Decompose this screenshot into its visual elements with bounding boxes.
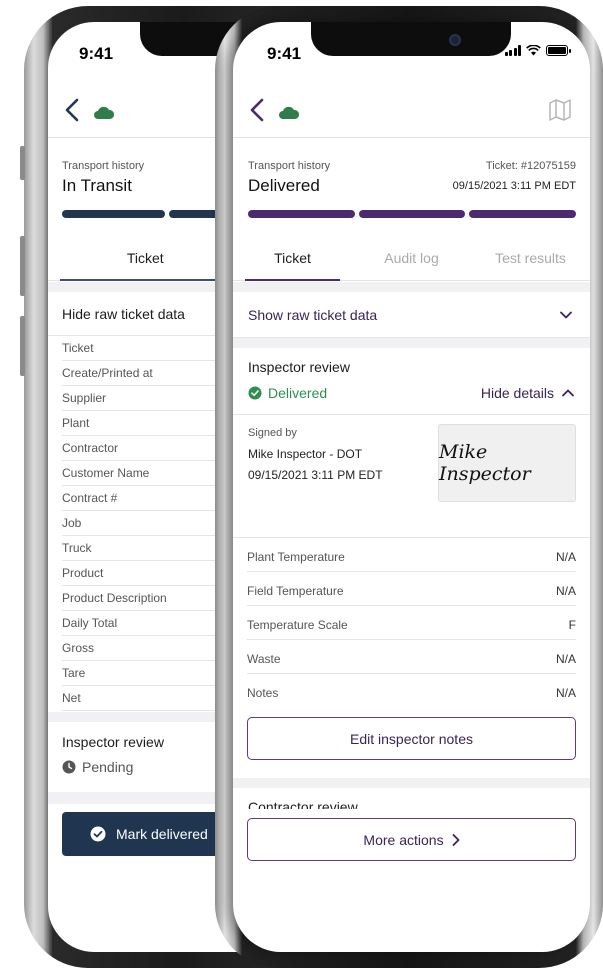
signed-at: 09/15/2021 3:11 PM EDT xyxy=(248,468,383,482)
status-time: 9:41 xyxy=(79,44,114,63)
wifi-icon xyxy=(526,45,541,56)
divider xyxy=(233,414,590,415)
hide-details-toggle[interactable]: Hide details xyxy=(481,385,574,401)
map-icon[interactable] xyxy=(548,98,572,122)
inspector-review-title: Inspector review xyxy=(248,359,350,375)
detail-value: N/A xyxy=(555,652,576,666)
detail-row: Temperature Scale F xyxy=(247,606,576,640)
front-screen: 9:41 Transport history Delivered Ticket:… xyxy=(233,22,590,952)
pending-clock-icon xyxy=(62,760,76,774)
inspector-review-title: Inspector review xyxy=(62,734,164,750)
detail-label: Temperature Scale xyxy=(247,618,348,632)
camera-icon xyxy=(449,34,461,46)
detail-value: N/A xyxy=(555,550,576,564)
detail-value: N/A xyxy=(555,686,576,700)
ticket-number: Ticket: #12075159 xyxy=(485,160,576,172)
edit-inspector-notes-button[interactable]: Edit inspector notes xyxy=(247,717,576,760)
volume-down-button xyxy=(20,316,25,376)
detail-row: Waste N/A xyxy=(247,640,576,674)
chevron-up-icon xyxy=(562,389,574,397)
transport-history-label: Transport history xyxy=(62,160,145,172)
signed-by-label: Signed by xyxy=(248,427,297,439)
chevron-down-icon xyxy=(560,311,572,319)
transport-status: In Transit xyxy=(62,176,132,195)
detail-label: Waste xyxy=(247,652,281,666)
detail-row: Notes N/A xyxy=(247,674,576,708)
signature-image: Mike Inspector xyxy=(438,424,576,502)
back-chevron-icon[interactable] xyxy=(245,96,271,124)
detail-value: N/A xyxy=(555,584,576,598)
tab-ticket[interactable]: Ticket xyxy=(233,235,352,281)
progress-bar xyxy=(248,210,577,218)
raw-data-toggle-label: Hide raw ticket data xyxy=(62,306,185,322)
section-gap xyxy=(233,338,590,348)
mute-switch xyxy=(20,146,25,180)
tab-test-results[interactable]: Test results xyxy=(471,235,590,280)
contractor-review-title: Contractor review xyxy=(248,799,358,809)
status-time: 9:41 xyxy=(267,44,302,63)
section-gap xyxy=(233,778,590,788)
signal-icon xyxy=(504,45,521,56)
notch xyxy=(311,22,511,56)
signer-name: Mike Inspector - DOT xyxy=(248,447,363,461)
raw-data-toggle[interactable]: Show raw ticket data xyxy=(233,292,590,338)
tab-ticket[interactable]: Ticket xyxy=(48,235,242,281)
inspector-status-label: Delivered xyxy=(268,385,328,401)
raw-data-toggle-label: Show raw ticket data xyxy=(248,307,378,323)
inspector-status-label: Pending xyxy=(82,759,134,775)
cloud-icon xyxy=(94,106,114,119)
inspector-status: Pending xyxy=(62,759,133,775)
transport-status: Delivered xyxy=(248,176,320,195)
hide-details-label: Hide details xyxy=(480,385,554,401)
check-circle-icon xyxy=(90,826,106,842)
more-actions-label: More actions xyxy=(363,831,444,848)
battery-icon xyxy=(546,45,571,56)
tab-bar: Ticket Audit log Test results xyxy=(233,235,590,281)
check-circle-icon xyxy=(248,386,262,400)
cloud-icon xyxy=(279,106,299,119)
detail-label: Field Temperature xyxy=(247,584,344,598)
more-actions-button[interactable]: More actions xyxy=(247,818,576,861)
detail-value: F xyxy=(568,618,576,632)
transport-history-label: Transport history xyxy=(248,160,331,172)
detail-label: Notes xyxy=(247,686,279,700)
section-gap xyxy=(233,282,590,292)
inspector-status: Delivered xyxy=(248,385,327,401)
app-header xyxy=(233,82,590,138)
volume-up-button xyxy=(20,236,25,296)
mark-delivered-label: Mark delivered xyxy=(116,826,208,842)
ticket-date: 09/15/2021 3:11 PM EDT xyxy=(452,180,576,192)
status-icons xyxy=(504,45,571,56)
detail-label: Plant Temperature xyxy=(247,550,345,564)
tab-audit-log[interactable]: Audit log xyxy=(352,235,471,280)
detail-row: Field Temperature N/A xyxy=(247,572,576,606)
chevron-right-icon xyxy=(452,833,459,846)
back-chevron-icon[interactable] xyxy=(60,96,86,124)
detail-row: Plant Temperature N/A xyxy=(247,538,576,572)
